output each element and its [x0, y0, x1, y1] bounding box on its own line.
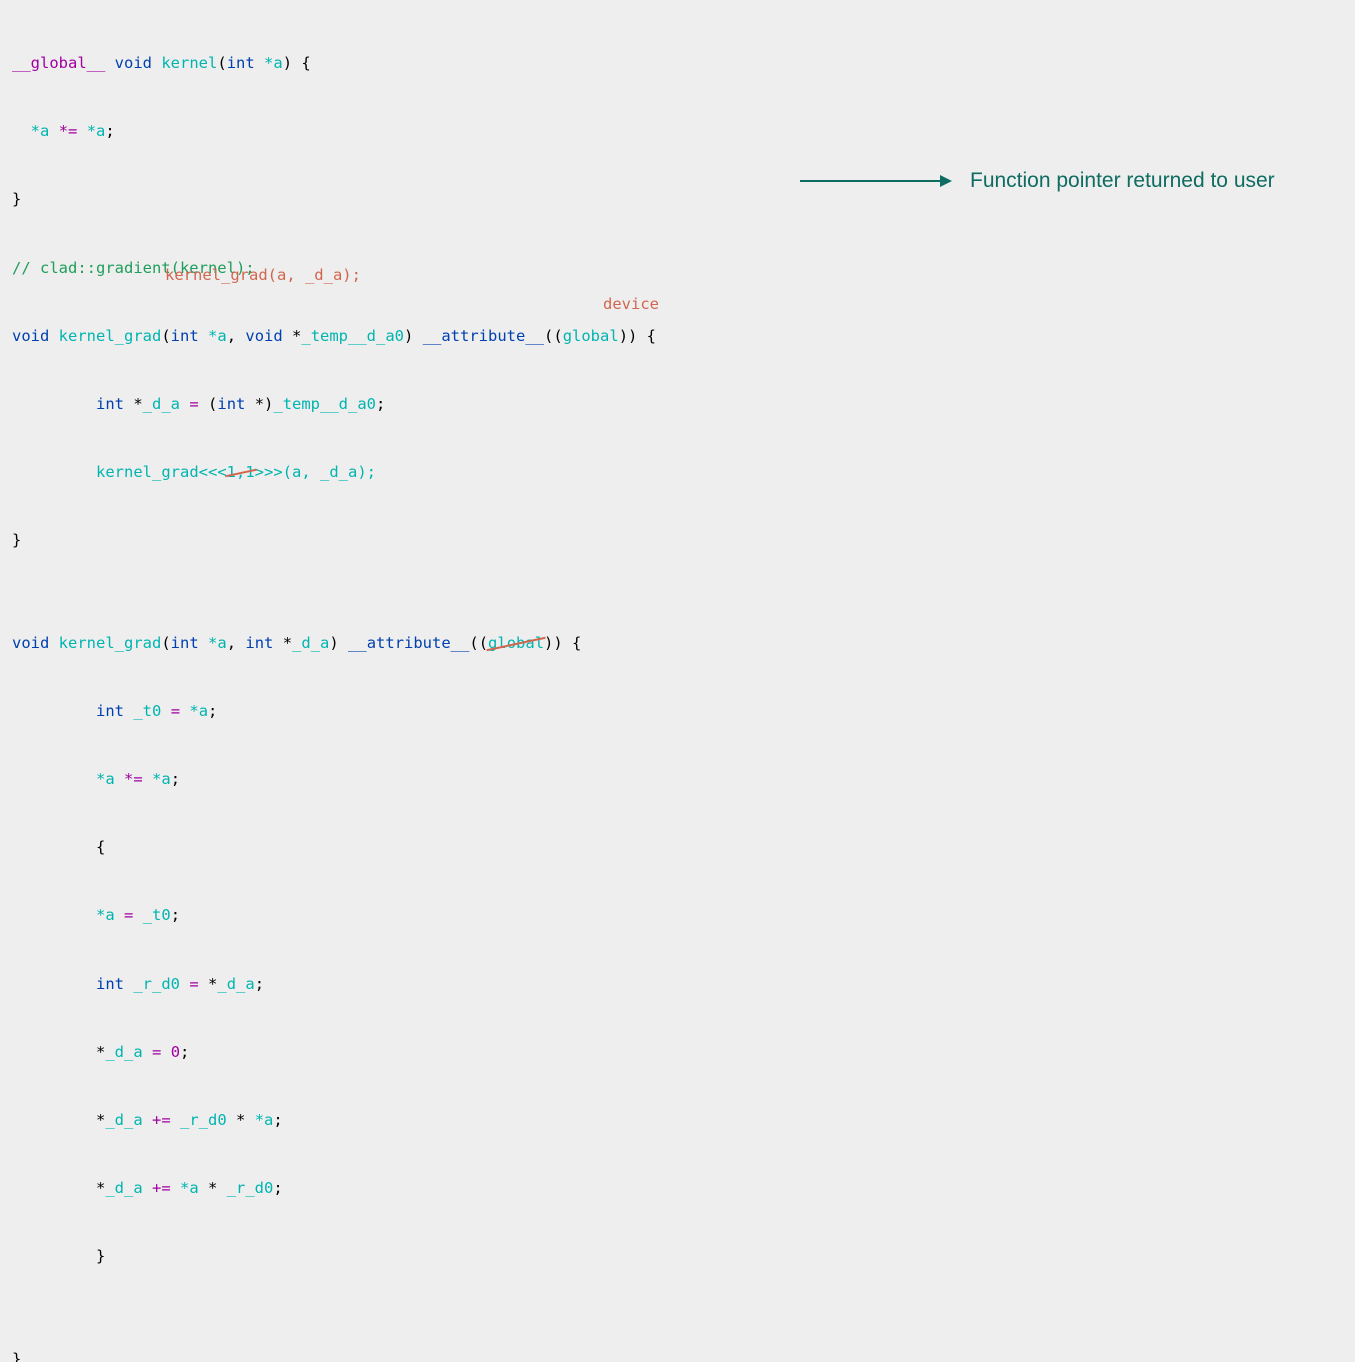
- annotation-arrow: Function pointer returned to user: [800, 158, 1275, 204]
- annotation-arrow-label: Function pointer returned to user: [970, 158, 1275, 204]
- annotation-replacement-call: kernel_grad(a, _d_a);: [165, 258, 361, 292]
- code-line: void kernel_grad(int *a, void *_temp__d_…: [12, 319, 1343, 353]
- code-line: *a = _t0;: [12, 898, 1343, 932]
- func-name: kernel: [161, 54, 217, 72]
- code-line: int *_d_a = (int *)_temp__d_a0;: [12, 387, 1343, 421]
- code-line: void kernel_grad(int *a, int *_d_a) __at…: [12, 626, 1343, 660]
- code-line: *a *= *a;: [12, 762, 1343, 796]
- keyword-global: __global__: [12, 54, 105, 72]
- arrow-head-icon: [940, 175, 952, 187]
- code-line: __global__ void kernel(int *a) {: [12, 46, 1343, 80]
- code-line: int _r_d0 = *_d_a;: [12, 967, 1343, 1001]
- annotation-device: device: [603, 287, 659, 321]
- code-line: int _t0 = *a;: [12, 694, 1343, 728]
- type-int: int: [227, 54, 255, 72]
- code-line: {: [12, 830, 1343, 864]
- code-block: __global__ void kernel(int *a) { *a *= *…: [12, 12, 1343, 1362]
- code-line: kernel_grad<<<1,1>>>(a, _d_a);: [12, 455, 1343, 489]
- code-line: *a *= *a;: [12, 114, 1343, 148]
- struck-global: global: [488, 626, 544, 660]
- code-line: *_d_a = 0;: [12, 1035, 1343, 1069]
- code-line: }: [12, 1342, 1343, 1362]
- param: *a: [264, 54, 283, 72]
- struck-text: 1,1: [227, 455, 255, 489]
- keyword-void: void: [115, 54, 152, 72]
- arrow-line-icon: [800, 180, 940, 182]
- code-line: *_d_a += _r_d0 * *a;: [12, 1103, 1343, 1137]
- code-line: *_d_a += *a * _r_d0;: [12, 1171, 1343, 1205]
- code-line: }: [12, 1239, 1343, 1273]
- code-line: }: [12, 523, 1343, 557]
